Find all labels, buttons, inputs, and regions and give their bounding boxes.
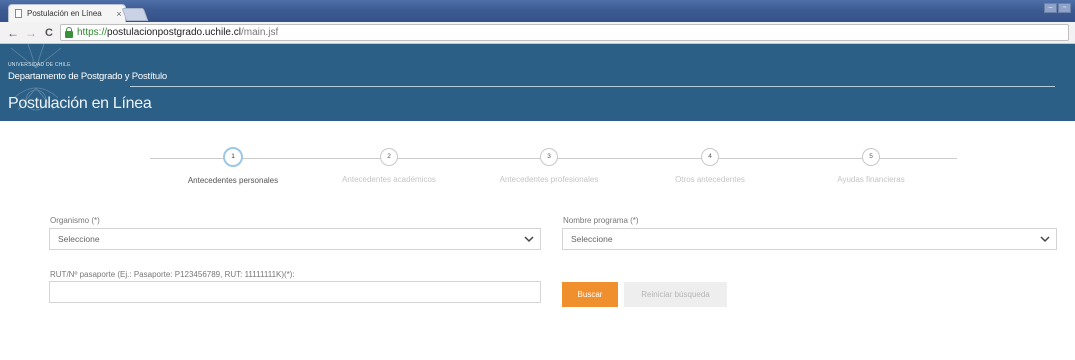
step-label: Antecedentes académicos [342, 175, 436, 184]
university-name: Universidad de Chile [8, 62, 71, 68]
lock-icon [65, 26, 73, 38]
step-number: 4 [701, 148, 719, 166]
organismo-select[interactable]: Seleccione [49, 228, 541, 250]
rut-label: RUT/Nº pasaporte (Ej.: Pasaporte: P12345… [50, 270, 295, 279]
url-path: /main.jsf [241, 27, 279, 38]
minimize-button[interactable]: – [1044, 3, 1057, 13]
browser-titlebar: Postulación en Línea × – ▫ [0, 0, 1075, 22]
university-header: Universidad de Chile Departamento de Pos… [0, 44, 1075, 121]
step-2[interactable]: 2 Antecedentes académicos [309, 148, 469, 184]
reset-search-button[interactable]: Reiniciar búsqueda [624, 282, 727, 307]
step-label: Otros antecedentes [675, 175, 745, 184]
step-1[interactable]: 1 Antecedentes personales [153, 147, 313, 185]
step-number: 3 [540, 148, 558, 166]
page-icon [15, 9, 22, 18]
chevron-down-icon [518, 235, 540, 243]
step-4[interactable]: 4 Otros antecedentes [630, 148, 790, 184]
programa-select[interactable]: Seleccione [562, 228, 1057, 250]
forward-button[interactable]: → [24, 25, 38, 41]
window-controls: – ▫ [1044, 3, 1071, 13]
back-button[interactable]: ← [6, 25, 20, 41]
programa-value: Seleccione [571, 234, 613, 244]
organismo-label: Organismo (*) [50, 216, 100, 225]
tab-title: Postulación en Línea [27, 9, 102, 18]
reload-button[interactable]: C [42, 25, 56, 41]
progress-stepper: 1 Antecedentes personales 2 Antecedentes… [0, 121, 1075, 201]
step-3[interactable]: 3 Antecedentes profesionales [469, 148, 629, 184]
url-protocol: https:// [77, 27, 108, 38]
step-label: Antecedentes profesionales [499, 175, 599, 184]
step-label: Antecedentes personales [187, 176, 279, 185]
step-number: 1 [223, 147, 243, 167]
step-5[interactable]: 5 Ayudas financieras [791, 148, 951, 184]
page-title: Postulación en Línea [8, 95, 152, 112]
search-button[interactable]: Buscar [562, 282, 618, 307]
new-tab-button[interactable] [121, 8, 149, 21]
url-host: postulacionpostgrado.uchile.cl [107, 27, 241, 38]
browser-tab[interactable]: Postulación en Línea × [8, 4, 126, 22]
address-bar[interactable]: https://postulacionpostgrado.uchile.cl/m… [60, 24, 1069, 41]
rut-input[interactable] [49, 281, 541, 303]
organismo-value: Seleccione [58, 234, 100, 244]
step-number: 5 [862, 148, 880, 166]
browser-toolbar: ← → C https://postulacionpostgrado.uchil… [0, 22, 1075, 44]
department-name: Departamento de Postgrado y Postítulo [8, 71, 167, 82]
programa-label: Nombre programa (*) [563, 216, 639, 225]
step-label: Ayudas financieras [837, 175, 905, 184]
restore-button[interactable]: ▫ [1058, 3, 1071, 13]
chevron-down-icon [1034, 235, 1056, 243]
header-divider [130, 86, 1055, 87]
step-number: 2 [380, 148, 398, 166]
